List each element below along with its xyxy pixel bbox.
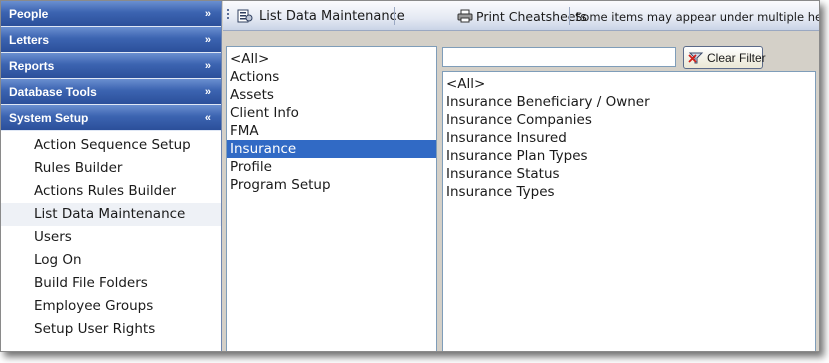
- list-item[interactable]: Insurance Beneficiary / Owner: [443, 93, 815, 111]
- toolbar-separator: [569, 7, 570, 25]
- category-item-program-setup[interactable]: Program Setup: [227, 176, 436, 194]
- list-item[interactable]: Insurance Status: [443, 165, 815, 183]
- list-data-icon: [237, 9, 253, 23]
- chevron-double-up-icon: «: [204, 112, 211, 124]
- toolbar-grip-icon[interactable]: [227, 9, 230, 23]
- list-items-listbox[interactable]: <All> Insurance Beneficiary / Owner Insu…: [442, 71, 816, 351]
- sidebar-item-rules-builder[interactable]: Rules Builder: [1, 157, 221, 180]
- page-title: List Data Maintenance: [259, 9, 405, 24]
- category-listbox[interactable]: <All> Actions Assets Client Info FMA Ins…: [226, 46, 437, 351]
- filter-input[interactable]: [442, 47, 676, 67]
- main-panel: List Data Maintenance Print Cheatsheets …: [223, 1, 819, 351]
- sidebar: People » Letters » Reports » Database To…: [1, 1, 222, 351]
- clear-filter-icon: [688, 52, 704, 64]
- category-item-actions[interactable]: Actions: [227, 68, 436, 86]
- category-item-fma[interactable]: FMA: [227, 122, 436, 140]
- clear-filter-button[interactable]: Clear Filter: [683, 46, 766, 69]
- list-item[interactable]: Insurance Types: [443, 183, 815, 201]
- sidebar-section-people[interactable]: People »: [1, 1, 221, 27]
- category-list: <All> Actions Assets Client Info FMA Ins…: [227, 47, 436, 194]
- sidebar-item-actions-rules-builder[interactable]: Actions Rules Builder: [1, 180, 221, 203]
- sidebar-item-employee-groups[interactable]: Employee Groups: [1, 295, 221, 318]
- sidebar-section-database-tools[interactable]: Database Tools »: [1, 79, 221, 105]
- sidebar-section-letters[interactable]: Letters »: [1, 27, 221, 53]
- sidebar-item-setup-user-rights[interactable]: Setup User Rights: [1, 318, 221, 341]
- category-item-all[interactable]: <All>: [227, 50, 436, 68]
- list-item[interactable]: <All>: [443, 75, 815, 93]
- list-item[interactable]: Insurance Companies: [443, 111, 815, 129]
- system-setup-menu: Action Sequence Setup Rules Builder Acti…: [1, 131, 221, 341]
- sidebar-item-log-on[interactable]: Log On: [1, 249, 221, 272]
- clear-filter-label: Clear Filter: [707, 51, 766, 65]
- sidebar-section-label: Reports: [9, 59, 55, 73]
- chevron-double-down-icon: »: [204, 86, 211, 98]
- category-item-profile[interactable]: Profile: [227, 158, 436, 176]
- sidebar-item-users[interactable]: Users: [1, 226, 221, 249]
- list-items: <All> Insurance Beneficiary / Owner Insu…: [443, 72, 815, 201]
- sidebar-item-list-data-maintenance[interactable]: List Data Maintenance: [1, 203, 221, 226]
- sidebar-item-action-sequence-setup[interactable]: Action Sequence Setup: [1, 134, 221, 157]
- toolbar-separator: [394, 7, 395, 25]
- sidebar-section-label: Letters: [9, 33, 50, 47]
- chevron-double-down-icon: »: [204, 60, 211, 72]
- printer-icon: [457, 9, 473, 23]
- category-item-insurance[interactable]: Insurance: [227, 140, 436, 158]
- print-cheatsheets-label: Print Cheatsheets: [476, 9, 587, 24]
- sidebar-section-reports[interactable]: Reports »: [1, 53, 221, 79]
- chevron-double-down-icon: »: [204, 8, 211, 20]
- sidebar-section-label: System Setup: [9, 111, 89, 125]
- category-item-client-info[interactable]: Client Info: [227, 104, 436, 122]
- app-window: People » Letters » Reports » Database To…: [0, 0, 820, 352]
- list-item[interactable]: Insurance Plan Types: [443, 147, 815, 165]
- list-item[interactable]: Insurance Insured: [443, 129, 815, 147]
- category-item-assets[interactable]: Assets: [227, 86, 436, 104]
- sidebar-section-system-setup[interactable]: System Setup «: [1, 105, 221, 131]
- sidebar-section-label: Database Tools: [9, 85, 97, 99]
- info-note: Some items may appear under multiple hea…: [575, 10, 819, 24]
- chevron-double-down-icon: »: [204, 34, 211, 46]
- toolbar: List Data Maintenance Print Cheatsheets …: [223, 1, 819, 31]
- sidebar-section-label: People: [9, 7, 49, 21]
- sidebar-item-build-file-folders[interactable]: Build File Folders: [1, 272, 221, 295]
